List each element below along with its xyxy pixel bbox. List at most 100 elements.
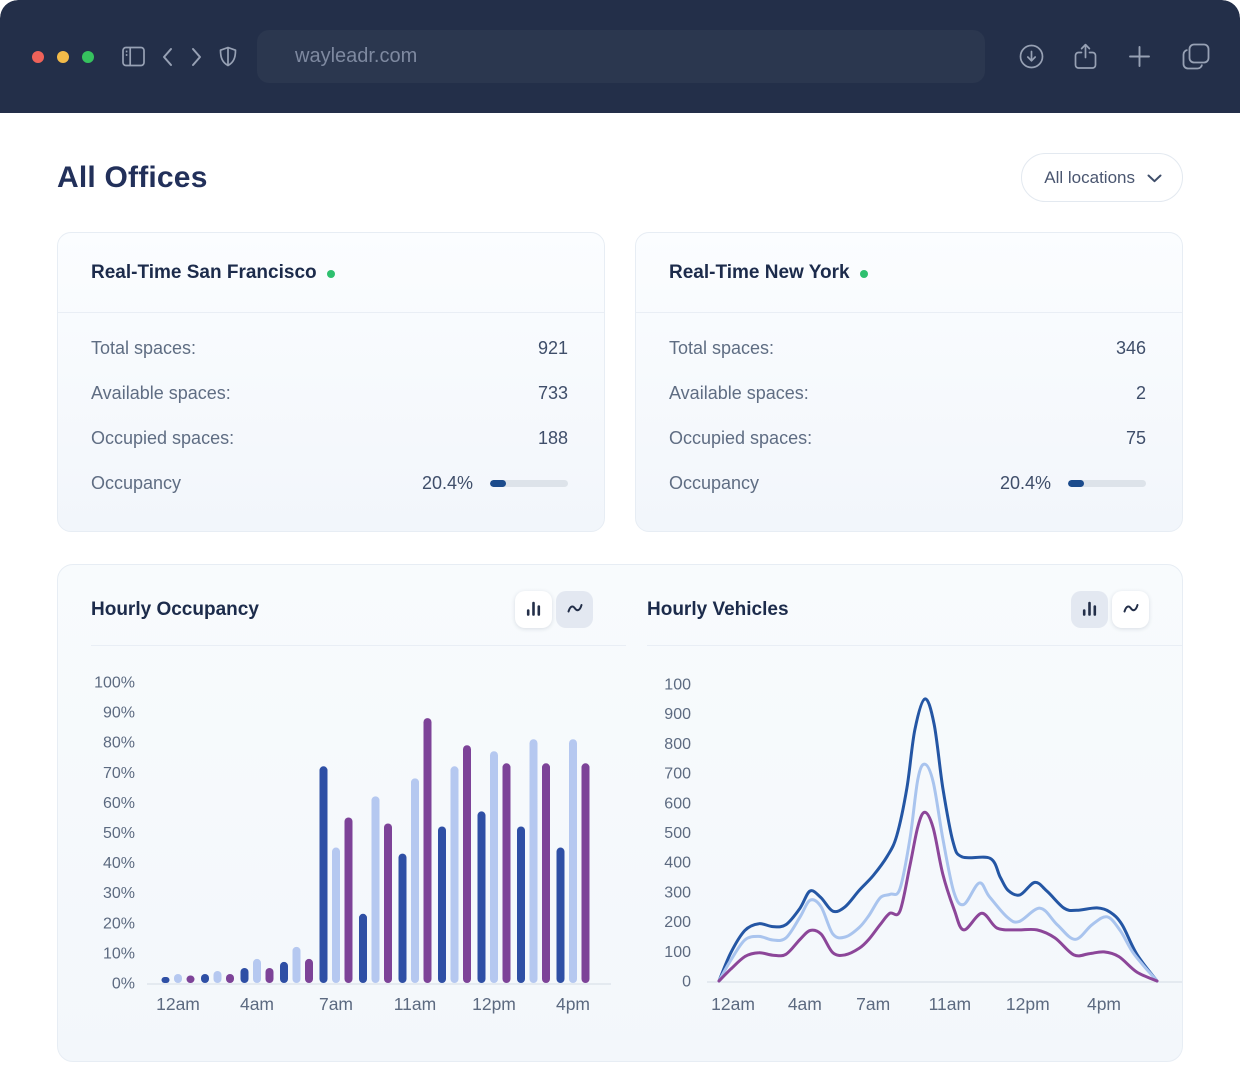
- bar-chart-icon: [524, 599, 543, 621]
- svg-text:0%: 0%: [112, 976, 135, 993]
- online-status-dot: [326, 269, 335, 278]
- forward-button[interactable]: [190, 47, 203, 67]
- card-title: Real-Time New York: [669, 261, 850, 283]
- share-button[interactable]: [1074, 43, 1097, 70]
- hourly-vehicles-title: Hourly Vehicles: [647, 598, 789, 620]
- svg-text:70%: 70%: [103, 765, 135, 782]
- stat-value: 75: [1125, 428, 1146, 448]
- occupancy-progress-bar: [490, 480, 568, 487]
- stat-label: Occupied spaces:: [669, 428, 813, 448]
- address-bar[interactable]: wayleadr.com: [257, 30, 985, 83]
- stat-row-occupied-spaces: Occupied spaces: 75: [669, 416, 1146, 461]
- vehicles-line-chart-toggle[interactable]: [1112, 591, 1149, 628]
- stat-label: Occupied spaces:: [91, 428, 235, 448]
- hourly-occupancy-title: Hourly Occupancy: [91, 598, 259, 620]
- occupancy-percent: 20.4%: [421, 473, 473, 493]
- svg-text:80%: 80%: [103, 735, 135, 752]
- tab-overview-button[interactable]: [1182, 43, 1210, 70]
- privacy-shield-button[interactable]: [219, 46, 237, 67]
- hourly-vehicles-section: Hourly Vehicles 0 100 200 300 400 500 60…: [626, 565, 1182, 1061]
- svg-text:60%: 60%: [103, 795, 135, 812]
- new-tab-icon: [1127, 44, 1152, 69]
- svg-text:100: 100: [664, 944, 691, 961]
- vehicles-bar-chart-toggle[interactable]: [1071, 591, 1108, 628]
- svg-text:90%: 90%: [103, 705, 135, 722]
- realtime-card-new-york: Real-Time New York Total spaces: 346 Ava…: [635, 232, 1183, 532]
- stat-label: Available spaces:: [669, 383, 809, 403]
- stat-label: Occupancy: [669, 473, 760, 493]
- occupancy-chart-type-toggles: [515, 591, 593, 628]
- svg-text:12am: 12am: [711, 994, 755, 1014]
- back-button[interactable]: [161, 47, 174, 67]
- chevron-down-icon: [1147, 168, 1162, 188]
- card-title: Real-Time San Francisco: [91, 261, 317, 283]
- realtime-card-san-francisco: Real-Time San Francisco Total spaces: 92…: [57, 232, 605, 532]
- share-icon: [1074, 43, 1097, 70]
- stat-value: 2: [1135, 383, 1146, 403]
- svg-text:700: 700: [664, 766, 691, 783]
- new-tab-button[interactable]: [1127, 44, 1152, 69]
- forward-icon: [190, 47, 203, 67]
- svg-text:7am: 7am: [856, 994, 890, 1014]
- bar-chart-icon: [1080, 599, 1099, 621]
- svg-text:11am: 11am: [929, 994, 971, 1014]
- stat-row-total-spaces: Total spaces: 346: [669, 326, 1146, 371]
- occupancy-percent: 20.4%: [999, 473, 1051, 493]
- location-filter-dropdown[interactable]: All locations: [1021, 153, 1183, 202]
- address-bar-url: wayleadr.com: [295, 45, 418, 67]
- sidebar-icon: [122, 46, 145, 67]
- svg-text:4am: 4am: [788, 994, 822, 1014]
- stat-row-total-spaces: Total spaces: 921: [91, 326, 568, 371]
- svg-text:100%: 100%: [94, 675, 135, 692]
- download-icon: [1019, 44, 1044, 69]
- stat-row-occupied-spaces: Occupied spaces: 188: [91, 416, 568, 461]
- stat-value: 921: [537, 338, 568, 358]
- svg-text:300: 300: [664, 884, 691, 901]
- svg-text:20%: 20%: [103, 915, 135, 932]
- downloads-button[interactable]: [1019, 44, 1044, 69]
- online-status-dot: [859, 269, 868, 278]
- svg-text:7am: 7am: [319, 994, 353, 1014]
- line-chart-icon: [1121, 598, 1141, 621]
- svg-text:50%: 50%: [103, 825, 135, 842]
- stat-label: Total spaces:: [91, 338, 197, 358]
- svg-text:12pm: 12pm: [472, 994, 516, 1014]
- minimize-window-button[interactable]: [57, 50, 69, 63]
- svg-text:40%: 40%: [103, 855, 135, 872]
- browser-topbar: wayleadr.com: [0, 0, 1240, 113]
- location-filter-label: All locations: [1044, 167, 1135, 187]
- sidebar-toggle-button[interactable]: [122, 46, 145, 67]
- hourly-charts-card: Hourly Occupancy 0% 10% 20% 30% 40% 50% …: [57, 564, 1183, 1062]
- svg-text:4pm: 4pm: [556, 994, 590, 1014]
- svg-text:0: 0: [682, 974, 691, 991]
- svg-text:800: 800: [664, 736, 691, 753]
- divider: [647, 645, 1182, 646]
- hourly-occupancy-chart: 0% 10% 20% 30% 40% 50% 60% 70% 80% 90% 100% 12am 4am…: [91, 670, 626, 1020]
- close-window-button[interactable]: [32, 50, 44, 63]
- stat-row-available-spaces: Available spaces: 2: [669, 371, 1146, 416]
- hourly-vehicles-chart: 0 100 200 300 400 500 600 700 800 900 100 12am 4am 7a…: [647, 670, 1182, 1020]
- svg-text:100: 100: [664, 677, 691, 694]
- occupancy-line-chart-toggle[interactable]: [556, 591, 593, 628]
- svg-text:10%: 10%: [103, 945, 135, 962]
- hourly-occupancy-section: Hourly Occupancy 0% 10% 20% 30% 40% 50% …: [58, 565, 626, 1061]
- svg-text:12pm: 12pm: [1006, 994, 1050, 1014]
- window-controls: [32, 50, 94, 63]
- stat-row-occupancy: Occupancy 20.4%: [669, 461, 1146, 506]
- occupancy-bar-chart-toggle[interactable]: [515, 591, 552, 628]
- divider: [91, 645, 626, 646]
- stat-label: Total spaces:: [669, 338, 775, 358]
- vehicles-chart-type-toggles: [1071, 591, 1149, 628]
- svg-text:12am: 12am: [156, 994, 200, 1014]
- svg-text:11am: 11am: [394, 994, 436, 1014]
- stat-label: Available spaces:: [91, 383, 231, 403]
- stat-value: 346: [1115, 338, 1146, 358]
- svg-text:4am: 4am: [240, 994, 274, 1014]
- stat-value: 733: [537, 383, 568, 403]
- svg-text:900: 900: [664, 706, 691, 723]
- svg-text:600: 600: [664, 795, 691, 812]
- svg-text:4pm: 4pm: [1087, 994, 1121, 1014]
- shield-icon: [219, 46, 237, 67]
- zoom-window-button[interactable]: [82, 50, 94, 63]
- svg-text:30%: 30%: [103, 885, 135, 902]
